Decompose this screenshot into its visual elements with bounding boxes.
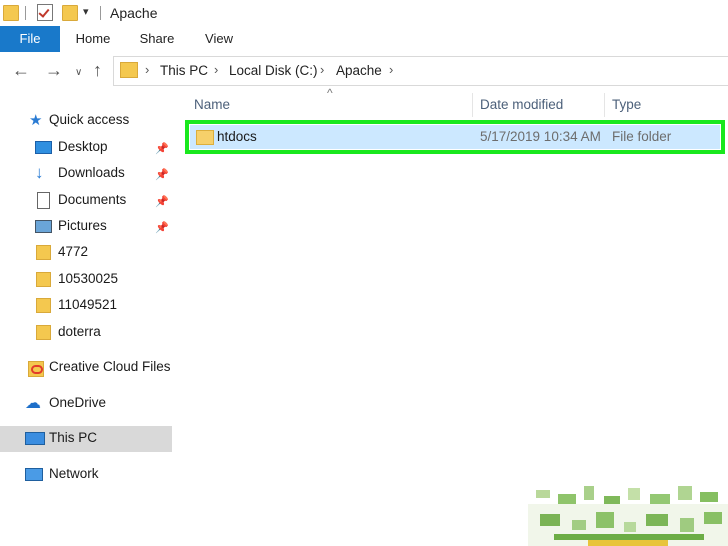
sort-ascending-icon: ^ [327, 86, 333, 100]
breadcrumb-apache[interactable]: Apache [336, 63, 382, 78]
table-row[interactable]: htdocs 5/17/2019 10:34 AM File folder [190, 125, 720, 149]
sidebar-item-doterra[interactable]: doterra [0, 320, 172, 346]
sidebar-item-desktop[interactable]: Desktop 📌 [0, 135, 172, 161]
network-icon [25, 468, 43, 481]
tab-share[interactable]: Share [134, 26, 180, 52]
creative-cloud-folder-icon [28, 361, 44, 377]
chevron-right-icon[interactable]: › [389, 62, 393, 77]
customize-dropdown-icon[interactable]: ▾ [83, 5, 89, 18]
column-header-date-modified[interactable]: Date modified [480, 97, 563, 112]
recent-locations-chevron-icon[interactable]: ∨ [75, 64, 82, 82]
watermark-pattern [528, 486, 728, 546]
sidebar-item-pictures[interactable]: Pictures 📌 [0, 214, 172, 240]
sidebar-item-label: doterra [58, 324, 101, 339]
sidebar-item-label: This PC [49, 430, 98, 445]
sidebar-item-label: Creative Cloud Files [49, 359, 171, 374]
navigation-pane: ★ Quick access Desktop 📌 ↓ Downloads 📌 D… [0, 90, 172, 546]
folder-icon [36, 298, 51, 313]
properties-icon[interactable] [37, 4, 53, 21]
sidebar-item-10530025[interactable]: 10530025 [0, 267, 172, 293]
download-icon: ↓ [35, 163, 44, 182]
column-header-name[interactable]: Name [194, 97, 230, 112]
pin-icon[interactable]: 📌 [155, 168, 169, 181]
file-name: htdocs [217, 129, 257, 144]
new-folder-icon[interactable] [62, 5, 78, 21]
sidebar-item-label: 10530025 [58, 271, 119, 286]
cloud-icon: ☁ [25, 395, 41, 412]
chevron-right-icon[interactable]: › [320, 62, 324, 77]
sidebar-item-label: 11049521 [58, 297, 118, 312]
sidebar-item-onedrive[interactable]: ☁ OneDrive [0, 391, 172, 417]
tab-home[interactable]: Home [70, 26, 116, 52]
folder-icon [196, 130, 214, 145]
pin-icon[interactable]: 📌 [155, 142, 169, 155]
up-arrow-icon[interactable]: ↑ [93, 61, 102, 79]
sidebar-item-label: OneDrive [49, 395, 107, 410]
title-bar: ▾ Apache [0, 0, 728, 26]
sidebar-item-label: Pictures [58, 218, 107, 233]
desktop-icon [35, 141, 52, 154]
folder-icon [36, 245, 51, 260]
tab-view[interactable]: View [196, 26, 242, 52]
file-type: File folder [612, 129, 672, 144]
folder-icon [36, 325, 51, 340]
folder-icon [120, 62, 138, 78]
pin-icon[interactable]: 📌 [155, 195, 169, 208]
sidebar-item-network[interactable]: Network [0, 462, 172, 488]
sidebar-item-11049521[interactable]: 11049521 [0, 293, 172, 319]
sidebar-item-creative-cloud[interactable]: Creative Cloud Files [0, 355, 172, 381]
column-header-type[interactable]: Type [612, 97, 641, 112]
breadcrumb-local-disk[interactable]: Local Disk (C:) [229, 63, 318, 78]
pin-icon[interactable]: 📌 [155, 221, 169, 234]
sidebar-item-this-pc[interactable]: This PC [0, 426, 172, 452]
folder-icon [36, 272, 51, 287]
breadcrumb-this-pc[interactable]: This PC [160, 63, 208, 78]
chevron-right-icon[interactable]: › [145, 62, 149, 77]
divider [100, 6, 101, 20]
forward-arrow-icon[interactable]: → [45, 61, 63, 79]
sidebar-item-4772[interactable]: 4772 [0, 240, 172, 266]
computer-icon [25, 432, 45, 445]
ribbon-tabs: File Home Share View [0, 26, 728, 53]
sidebar-item-quick-access[interactable]: ★ Quick access [0, 108, 172, 134]
folder-icon [3, 5, 19, 21]
sidebar-item-documents[interactable]: Documents 📌 [0, 188, 172, 214]
sidebar-item-label: Quick access [49, 112, 130, 127]
document-icon [37, 192, 50, 209]
picture-icon [35, 220, 52, 233]
sidebar-item-label: Documents [58, 192, 127, 207]
column-divider[interactable] [604, 93, 605, 117]
sidebar-item-label: Network [49, 466, 99, 481]
window-title: Apache [110, 5, 158, 21]
divider [25, 6, 26, 20]
column-divider[interactable] [472, 93, 473, 117]
chevron-right-icon[interactable]: › [214, 62, 218, 77]
star-icon: ★ [29, 112, 43, 129]
back-arrow-icon[interactable]: ← [12, 61, 30, 79]
sidebar-item-downloads[interactable]: ↓ Downloads 📌 [0, 161, 172, 187]
file-date-modified: 5/17/2019 10:34 AM [480, 129, 601, 144]
sidebar-item-label: 4772 [58, 244, 89, 259]
sidebar-item-label: Desktop [58, 139, 108, 154]
sidebar-item-label: Downloads [58, 165, 125, 180]
tab-file[interactable]: File [0, 26, 60, 52]
file-list: ^ Name Date modified Type htdocs 5/17/20… [172, 86, 728, 546]
